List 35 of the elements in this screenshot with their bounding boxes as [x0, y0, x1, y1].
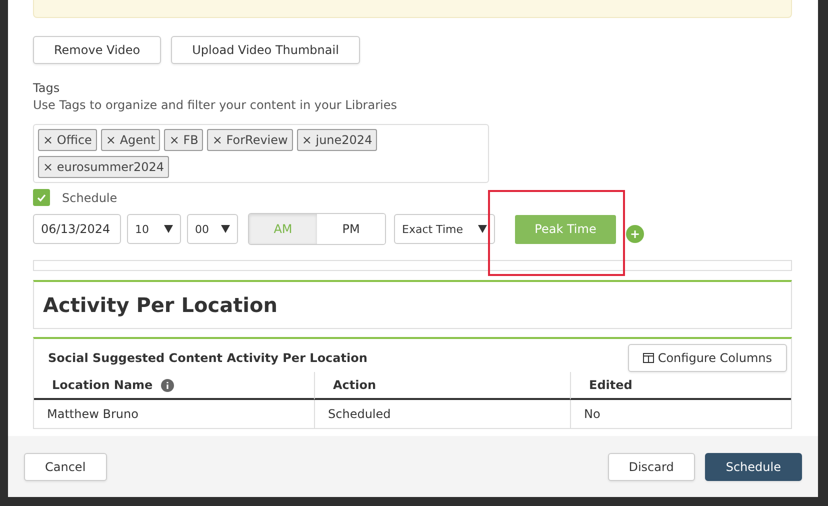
tags-label: Tags: [33, 81, 61, 95]
cancel-button[interactable]: Cancel: [24, 452, 107, 480]
caret-icon: [478, 225, 487, 233]
minute-select[interactable]: 00: [187, 214, 238, 244]
tags-field[interactable]: × Office × Agent × FB × ForReview × june2024 × eurosummer2024: [33, 124, 489, 183]
configure-columns-button[interactable]: Configure Columns: [628, 344, 787, 372]
tag-chip[interactable]: × Agent: [100, 129, 160, 151]
caret-icon: [221, 225, 230, 233]
info-icon: [160, 378, 174, 392]
schedule-checkbox[interactable]: [33, 189, 50, 206]
table-title: Social Suggested Content Activity Per Location: [48, 351, 368, 365]
table-cell: Scheduled: [314, 400, 570, 428]
columns-icon: [642, 353, 654, 363]
tag-chip[interactable]: × ForReview: [207, 129, 293, 151]
discard-button[interactable]: Discard: [608, 452, 695, 480]
caret-icon: [164, 225, 173, 233]
tag-chip[interactable]: × Office: [38, 129, 97, 151]
upload-thumbnail-button[interactable]: Upload Video Thumbnail: [171, 36, 360, 64]
table-cell: No: [570, 400, 791, 428]
schedule-label: Schedule: [62, 190, 118, 204]
check-icon: [37, 194, 46, 202]
date-field[interactable]: 06/13/2024: [33, 214, 121, 244]
timing-select[interactable]: Exact Time: [394, 214, 495, 244]
column-header: Action: [333, 378, 376, 392]
table-cell-text: Matthew Bruno: [46, 406, 140, 423]
tag-chip[interactable]: × eurosummer2024: [38, 156, 169, 178]
tag-chip[interactable]: × june2024: [296, 129, 378, 151]
schedule-button[interactable]: Schedule: [704, 452, 802, 480]
tag-chip[interactable]: × FB: [164, 129, 204, 151]
tags-help-text: Use Tags to organize and filter your content in your Libraries: [33, 98, 398, 112]
column-header: Edited: [589, 378, 632, 392]
column-header: Location Name: [52, 378, 153, 392]
hour-select[interactable]: 10: [127, 214, 181, 244]
remove-video-button[interactable]: Remove Video: [33, 36, 162, 64]
activity-title: Activity Per Location: [43, 293, 278, 317]
